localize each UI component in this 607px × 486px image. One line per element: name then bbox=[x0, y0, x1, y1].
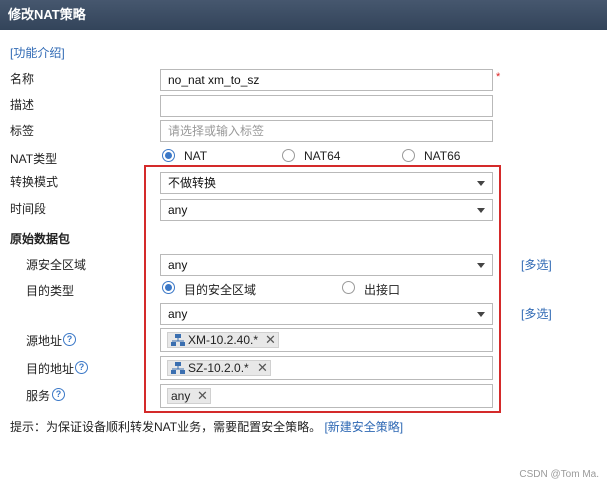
tag-input[interactable]: 请选择或输入标签 bbox=[160, 120, 493, 142]
new-security-policy-link[interactable]: [新建安全策略] bbox=[324, 420, 403, 434]
src-addr-label: 源地址 bbox=[26, 334, 63, 348]
name-label: 名称 bbox=[10, 72, 35, 86]
convert-mode-label: 转换模式 bbox=[10, 175, 59, 189]
name-input[interactable]: no_nat xm_to_sz bbox=[160, 69, 493, 91]
nat-type-radio-nat[interactable] bbox=[162, 149, 175, 162]
dst-addr-label: 目的地址 bbox=[26, 362, 75, 376]
nat-type-option-nat64: NAT64 bbox=[304, 149, 341, 163]
nat-type-radio-nat64[interactable] bbox=[282, 149, 295, 162]
help-icon[interactable]: ? bbox=[63, 333, 76, 346]
src-zone-multi-link[interactable]: [多选] bbox=[521, 256, 552, 273]
nat-type-label: NAT类型 bbox=[10, 152, 58, 166]
description-label: 描述 bbox=[10, 98, 35, 112]
hint: 提示：为保证设备顺利转发NAT业务，需要配置安全策略。 [新建安全策略] bbox=[10, 418, 403, 435]
dialog-title: 修改NAT策略 bbox=[0, 0, 607, 30]
original-packet-heading: 原始数据包 bbox=[10, 232, 71, 246]
help-icon[interactable]: ? bbox=[52, 388, 65, 401]
tag-label: 标签 bbox=[10, 124, 35, 138]
src-zone-label: 源安全区域 bbox=[26, 258, 87, 272]
help-icon[interactable]: ? bbox=[75, 361, 88, 374]
intro-link[interactable]: [功能介绍] bbox=[10, 44, 65, 61]
time-range-label: 时间段 bbox=[10, 202, 47, 216]
nat-type-option-nat66: NAT66 bbox=[424, 149, 461, 163]
nat-type-radio-nat66[interactable] bbox=[402, 149, 415, 162]
description-input[interactable] bbox=[160, 95, 493, 117]
nat-type-option-nat: NAT bbox=[184, 149, 208, 163]
service-label: 服务 bbox=[26, 389, 51, 403]
required-mark: * bbox=[496, 71, 501, 83]
hint-text: 提示：为保证设备顺利转发NAT业务，需要配置安全策略。 bbox=[10, 420, 322, 434]
highlight-box bbox=[144, 165, 501, 413]
dst-zone-multi-link[interactable]: [多选] bbox=[521, 305, 552, 322]
dst-type-label: 目的类型 bbox=[26, 284, 75, 298]
watermark: CSDN @Tom Ma. bbox=[519, 469, 599, 480]
